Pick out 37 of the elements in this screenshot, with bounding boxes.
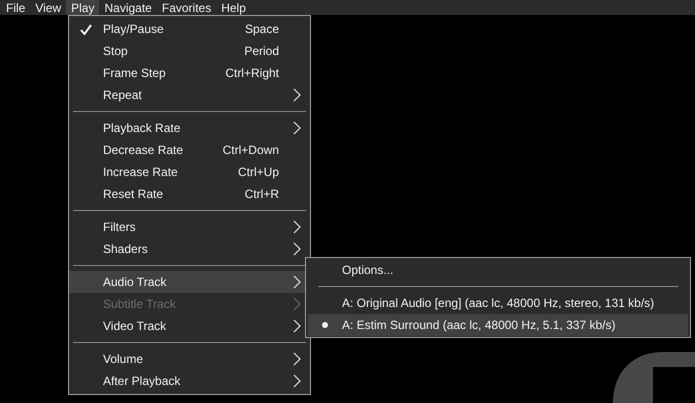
- menu-item[interactable]: Reset Rate Ctrl+R: [69, 183, 310, 205]
- menu-item[interactable]: Options...: [308, 259, 688, 281]
- chevron-right-icon: [293, 220, 301, 234]
- shortcut-text: Space: [244, 21, 279, 38]
- menu-bar-item[interactable]: File: [1, 0, 30, 15]
- menu-item[interactable]: Repeat: [69, 84, 310, 106]
- chevron-right-icon: [293, 121, 301, 135]
- menu-item[interactable]: Filters: [69, 216, 310, 238]
- menu-item[interactable]: Play/Pause Space: [69, 18, 310, 40]
- menu-item[interactable]: Stop Period: [69, 40, 310, 62]
- chevron-right-icon: [293, 352, 301, 366]
- chevron-right-icon: [293, 275, 301, 289]
- shortcut-text: Ctrl+R: [244, 186, 279, 203]
- shortcut-text: Ctrl+Right: [225, 65, 279, 82]
- menu-bar-item[interactable]: Favorites: [156, 0, 216, 15]
- shortcut-text: Period: [244, 43, 279, 60]
- menu-item[interactable]: Volume: [69, 348, 310, 370]
- menu-item[interactable]: Playback Rate: [69, 117, 310, 139]
- chevron-right-icon: [293, 374, 301, 388]
- menu-item[interactable]: Decrease Rate Ctrl+Down: [69, 139, 310, 161]
- menu-bar-item[interactable]: View: [30, 0, 66, 15]
- menu-bar-item[interactable]: Navigate: [99, 0, 157, 15]
- menu-bar-item[interactable]: Play: [66, 0, 100, 15]
- menu-item[interactable]: A: Original Audio [eng] (aac lc, 48000 Hz, stereo, 131 kb/s): [308, 292, 688, 314]
- menu-item[interactable]: Shaders: [69, 238, 310, 260]
- menu-item[interactable]: A: Estim Surround (aac lc, 48000 Hz, 5.1, 337 kb/s): [308, 314, 688, 336]
- chevron-right-icon: [293, 88, 301, 102]
- chevron-right-icon: [293, 242, 301, 256]
- menu-bar-item[interactable]: Help: [216, 0, 251, 15]
- chevron-right-icon: [293, 297, 301, 311]
- menu-item[interactable]: Increase Rate Ctrl+Up: [69, 161, 310, 183]
- chevron-right-icon: [293, 319, 301, 333]
- menu-item[interactable]: Frame Step Ctrl+Right: [69, 62, 310, 84]
- shortcut-text: Ctrl+Up: [238, 164, 279, 181]
- menu-item[interactable]: After Playback: [69, 370, 310, 392]
- menu-item[interactable]: Video Track: [69, 315, 310, 337]
- shortcut-text: Ctrl+Down: [222, 142, 279, 159]
